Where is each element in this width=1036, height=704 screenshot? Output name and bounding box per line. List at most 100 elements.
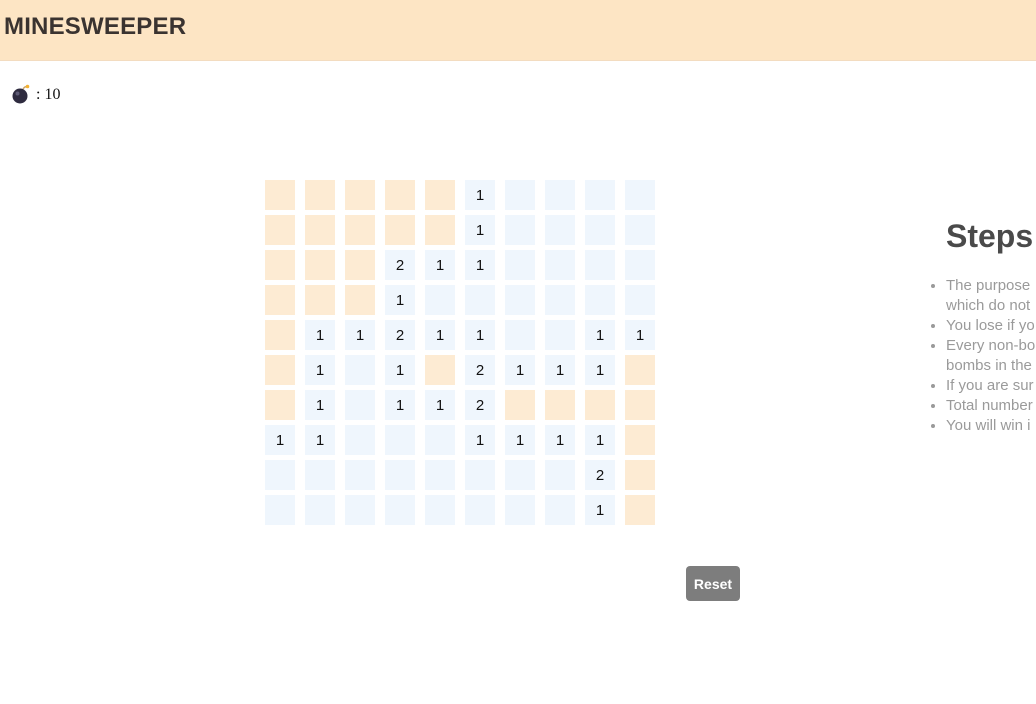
hidden-cell[interactable] <box>265 180 295 210</box>
revealed-cell: 1 <box>385 285 415 315</box>
hidden-cell[interactable] <box>425 180 455 210</box>
revealed-cell: 1 <box>465 180 495 210</box>
revealed-cell <box>585 215 615 245</box>
steps-item: You lose if yo <box>946 316 1036 336</box>
steps-panel: Steps The purposewhich do not You lose if… <box>928 210 1036 470</box>
hidden-cell[interactable] <box>345 250 375 280</box>
steps-list: The purposewhich do not You lose if yoEve… <box>928 276 1036 436</box>
revealed-cell: 1 <box>305 320 335 350</box>
counter-separator: : <box>36 86 41 103</box>
minesweeper-board: 1121111121111112111111211111121 <box>265 180 655 525</box>
revealed-cell <box>625 215 655 245</box>
revealed-cell <box>265 460 295 490</box>
steps-item: The purpose <box>946 276 1036 296</box>
hidden-cell[interactable] <box>545 390 575 420</box>
revealed-cell <box>545 460 575 490</box>
revealed-cell <box>465 495 495 525</box>
revealed-cell <box>585 250 615 280</box>
revealed-cell: 1 <box>265 425 295 455</box>
revealed-cell <box>425 425 455 455</box>
hidden-cell[interactable] <box>625 355 655 385</box>
revealed-cell <box>505 320 535 350</box>
revealed-cell <box>305 495 335 525</box>
revealed-cell <box>505 180 535 210</box>
revealed-cell: 1 <box>385 355 415 385</box>
hidden-cell[interactable] <box>345 285 375 315</box>
revealed-cell: 1 <box>425 250 455 280</box>
bomb-counter: : 10 <box>12 82 60 108</box>
revealed-cell <box>265 495 295 525</box>
revealed-cell <box>345 460 375 490</box>
revealed-cell: 1 <box>425 390 455 420</box>
revealed-cell <box>505 285 535 315</box>
hidden-cell[interactable] <box>585 390 615 420</box>
hidden-cell[interactable] <box>625 495 655 525</box>
hidden-cell[interactable] <box>305 285 335 315</box>
hidden-cell[interactable] <box>385 215 415 245</box>
steps-title: Steps <box>946 218 1034 254</box>
hidden-cell[interactable] <box>305 215 335 245</box>
revealed-cell: 1 <box>465 215 495 245</box>
hidden-cell[interactable] <box>345 180 375 210</box>
hidden-cell[interactable] <box>265 285 295 315</box>
revealed-cell <box>425 460 455 490</box>
revealed-cell: 1 <box>585 320 615 350</box>
revealed-cell: 1 <box>465 320 495 350</box>
hidden-cell[interactable] <box>625 390 655 420</box>
revealed-cell: 1 <box>305 355 335 385</box>
revealed-cell <box>425 285 455 315</box>
hidden-cell[interactable] <box>265 215 295 245</box>
hidden-cell[interactable] <box>345 215 375 245</box>
steps-item: You will win i <box>946 416 1036 436</box>
steps-item: which do not <box>946 297 1031 314</box>
hidden-cell[interactable] <box>505 390 535 420</box>
revealed-cell <box>625 180 655 210</box>
hidden-cell[interactable] <box>625 425 655 455</box>
revealed-cell <box>545 215 575 245</box>
revealed-cell <box>585 180 615 210</box>
revealed-cell <box>385 495 415 525</box>
hidden-cell[interactable] <box>625 460 655 490</box>
revealed-cell <box>505 215 535 245</box>
hidden-cell[interactable] <box>305 250 335 280</box>
revealed-cell <box>625 250 655 280</box>
revealed-cell <box>345 355 375 385</box>
steps-item: Every non-bo <box>946 336 1036 356</box>
revealed-cell: 1 <box>425 320 455 350</box>
revealed-cell <box>505 495 535 525</box>
hidden-cell[interactable] <box>425 215 455 245</box>
app-title: MINESWEEPER <box>4 13 187 40</box>
hidden-cell[interactable] <box>305 180 335 210</box>
revealed-cell <box>545 250 575 280</box>
revealed-cell: 1 <box>385 390 415 420</box>
revealed-cell: 1 <box>625 320 655 350</box>
steps-item: Total number <box>946 396 1036 416</box>
revealed-cell: 1 <box>545 425 575 455</box>
revealed-cell <box>425 495 455 525</box>
revealed-cell: 1 <box>305 390 335 420</box>
revealed-cell: 1 <box>345 320 375 350</box>
revealed-cell: 1 <box>305 425 335 455</box>
revealed-cell <box>385 460 415 490</box>
steps-item: bombs in the <box>946 357 1032 374</box>
hidden-cell[interactable] <box>265 320 295 350</box>
header-bar: MINESWEEPER <box>0 0 1036 61</box>
revealed-cell: 1 <box>585 425 615 455</box>
hidden-cell[interactable] <box>265 355 295 385</box>
revealed-cell: 2 <box>465 355 495 385</box>
revealed-cell: 1 <box>465 425 495 455</box>
revealed-cell <box>345 390 375 420</box>
revealed-cell: 2 <box>585 460 615 490</box>
hidden-cell[interactable] <box>265 390 295 420</box>
reset-button[interactable]: Reset <box>686 566 740 601</box>
revealed-cell <box>505 250 535 280</box>
hidden-cell[interactable] <box>425 355 455 385</box>
bomb-icon <box>12 84 30 104</box>
hidden-cell[interactable] <box>385 180 415 210</box>
revealed-cell <box>305 460 335 490</box>
revealed-cell <box>465 460 495 490</box>
revealed-cell <box>345 425 375 455</box>
hidden-cell[interactable] <box>265 250 295 280</box>
revealed-cell <box>545 180 575 210</box>
revealed-cell <box>545 320 575 350</box>
